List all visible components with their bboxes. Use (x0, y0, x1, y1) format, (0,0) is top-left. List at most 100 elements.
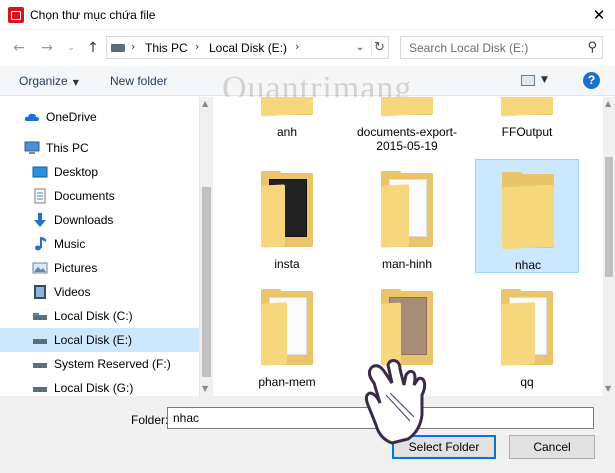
pointing-hand-icon (364, 359, 427, 445)
sidebar-item-label: Local Disk (G:) (54, 381, 134, 395)
download-icon (34, 213, 46, 227)
scrollbar-thumb[interactable] (202, 187, 211, 377)
pictures-icon (32, 262, 48, 274)
folder-tile-nhac[interactable]: nhac (475, 159, 579, 273)
sidebar-item-local-disk-e[interactable]: Local Disk (E:) (0, 328, 199, 352)
folder-label: qq (520, 375, 534, 389)
music-icon (35, 237, 46, 251)
sidebar-item-label: Local Disk (C:) (54, 309, 133, 323)
sidebar-item-desktop[interactable]: Desktop (0, 160, 199, 184)
content-scrollbar[interactable]: ▲ ▼ (603, 97, 615, 396)
sidebar-item-label: Local Disk (E:) (54, 333, 133, 347)
folder-tile-documents-export[interactable]: documents-export-2015-05-19 (355, 97, 459, 153)
scroll-up-icon[interactable]: ▲ (605, 99, 611, 108)
folder-label: nhac (514, 258, 542, 272)
drive-icon (111, 44, 125, 52)
folder-tile-anh[interactable]: anh (235, 97, 339, 151)
folder-icon (255, 97, 319, 117)
search-input[interactable]: Search Local Disk (E:) (409, 41, 528, 55)
folder-icon (375, 97, 439, 117)
sidebar-item-label: Documents (54, 189, 115, 203)
folder-label: man-hinh (381, 257, 433, 271)
desktop-icon (32, 166, 48, 178)
folder-label: insta (274, 257, 300, 271)
search-icon[interactable]: ⚲ (587, 40, 597, 55)
sidebar-item-local-disk-c[interactable]: Local Disk (C:) (0, 304, 199, 328)
cancel-button[interactable]: Cancel (509, 435, 595, 459)
recent-locations-button[interactable]: ⌄ (62, 39, 80, 57)
forward-button[interactable]: → (38, 39, 56, 57)
sidebar-item-label: System Reserved (F:) (54, 357, 171, 371)
sidebar-item-label: Downloads (54, 213, 114, 227)
folder-label: FFOutput (501, 125, 553, 139)
sidebar-item-label: This PC (46, 141, 89, 155)
folder-tile-insta[interactable]: insta (235, 159, 339, 273)
folder-tile-man-hinh[interactable]: man-hinh (355, 159, 459, 273)
drive-icon (33, 387, 47, 392)
triangle-down-icon: ▼ (72, 78, 79, 87)
sidebar-item-local-disk-g[interactable]: Local Disk (G:) (0, 376, 199, 396)
folder-label: anh (276, 125, 298, 139)
close-button[interactable]: ✕ (591, 7, 607, 23)
computer-icon (24, 141, 40, 154)
chevron-right-icon[interactable]: › (195, 40, 199, 53)
folder-tile-phan-mem[interactable]: phan-mem (235, 285, 339, 396)
chevron-right-icon[interactable]: › (131, 40, 135, 53)
folder-label: phan-mem (258, 375, 316, 389)
scroll-up-icon[interactable]: ▲ (202, 99, 208, 108)
folder-icon (255, 289, 319, 367)
folder-icon (495, 289, 559, 367)
folder-icon (255, 171, 319, 249)
sidebar-item-downloads[interactable]: Downloads (0, 208, 199, 232)
sidebar-item-system-reserved-f[interactable]: System Reserved (F:) (0, 352, 199, 376)
breadcrumb-this-pc[interactable]: This PC (145, 41, 188, 55)
app-icon (8, 7, 24, 23)
sidebar-item-this-pc[interactable]: This PC (0, 136, 199, 160)
navigation-pane: OneDrive This PC Desktop Documents Downl… (0, 97, 199, 396)
documents-icon (34, 188, 46, 204)
breadcrumb-local-disk-e[interactable]: Local Disk (E:) (209, 41, 287, 55)
search-box[interactable]: Search Local Disk (E:) ⚲ (400, 36, 603, 59)
folder-icon (375, 171, 439, 249)
sidebar-scrollbar[interactable]: ▲ ▼ (199, 97, 213, 396)
sidebar-item-label: Music (54, 237, 86, 251)
videos-icon (34, 285, 46, 299)
scroll-down-icon[interactable]: ▼ (605, 384, 611, 393)
drive-icon (33, 339, 47, 344)
up-button[interactable]: ↑ (84, 39, 102, 57)
scrollbar-thumb[interactable] (605, 157, 613, 277)
chevron-right-icon[interactable]: › (295, 40, 299, 53)
sidebar-item-documents[interactable]: Documents (0, 184, 199, 208)
organize-button[interactable]: Organize ▼ (19, 74, 79, 88)
folder-label: documents-export-2015-05-19 (356, 125, 458, 153)
folder-icon (495, 97, 559, 117)
drive-icon (33, 363, 47, 368)
chevron-down-icon[interactable]: ⌄ (353, 39, 367, 56)
folder-tile-qq[interactable]: qq (475, 285, 579, 396)
folder-icon (496, 172, 560, 250)
cloud-icon (24, 113, 39, 121)
help-icon[interactable]: ? (583, 72, 600, 89)
sidebar-item-label: Pictures (54, 261, 98, 275)
refresh-icon[interactable]: ↻ (371, 39, 387, 56)
folder-tile-ffoutput[interactable]: FFOutput (475, 97, 579, 151)
sidebar-item-music[interactable]: Music (0, 232, 199, 256)
dialog-footer: Folder: Select Folder Cancel (0, 396, 615, 473)
address-bar[interactable]: › This PC › Local Disk (E:) › ⌄ ↻ (106, 36, 389, 59)
sidebar-item-label: Desktop (54, 165, 99, 179)
scroll-down-icon[interactable]: ▼ (202, 384, 208, 393)
sidebar-item-label: OneDrive (46, 110, 97, 124)
sidebar-item-videos[interactable]: Videos (0, 280, 199, 304)
sidebar-item-label: Videos (54, 285, 91, 299)
back-button[interactable]: ← (10, 39, 28, 57)
folder-field-label: Folder: (131, 413, 169, 427)
organize-label: Organize (19, 74, 68, 88)
title-bar: Chọn thư mục chứa file ✕ (0, 0, 615, 30)
navigation-bar: ← → ⌄ ↑ › This PC › Local Disk (E:) › ⌄ … (0, 30, 615, 66)
new-folder-button[interactable]: New folder (110, 74, 167, 88)
triangle-down-icon[interactable]: ▼ (541, 75, 548, 85)
folder-view: anh documents-export-2015-05-19 FFOutput… (213, 97, 603, 396)
sidebar-item-pictures[interactable]: Pictures (0, 256, 199, 280)
sidebar-item-onedrive[interactable]: OneDrive (0, 105, 199, 129)
view-options-icon[interactable] (521, 75, 535, 86)
